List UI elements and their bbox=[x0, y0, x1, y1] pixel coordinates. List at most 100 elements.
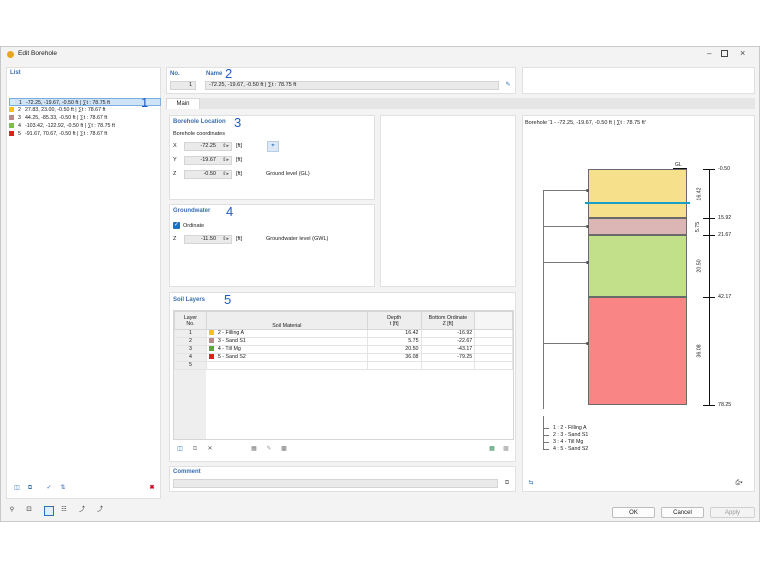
level-label: 15.92 bbox=[718, 215, 732, 222]
insert-row-icon[interactable]: ◫ bbox=[175, 445, 185, 454]
material-cell[interactable]: 3 - Sand S1 bbox=[205, 337, 368, 346]
list-item[interactable]: 3 44.25, -85.33, -0.50 ft | ∑t : 78.67 ft bbox=[9, 114, 161, 122]
uncheck-icon[interactable]: ⇅ bbox=[58, 484, 68, 493]
close-icon[interactable]: × bbox=[740, 48, 745, 58]
export-excel-icon[interactable]: ▦ bbox=[487, 445, 497, 454]
dimension-tick bbox=[703, 405, 715, 406]
list-item-label: 44.25, -85.33, -0.50 ft | ∑t : 78.67 ft bbox=[24, 115, 108, 121]
list-item[interactable]: 2 27.83, 23.00, -0.50 ft | ∑t : 78.67 ft bbox=[9, 106, 161, 114]
copy-item-icon[interactable]: ⧉ bbox=[25, 484, 35, 493]
ordinate-checkbox[interactable]: ✓ bbox=[173, 222, 180, 229]
pick-location-icon[interactable]: ⌖ bbox=[267, 141, 279, 152]
z-unit: [ft] bbox=[236, 171, 243, 177]
list-item-number: 4 bbox=[18, 123, 21, 129]
material-cell[interactable]: 2 - Filling A bbox=[205, 329, 368, 338]
material-cell[interactable]: 5 - Sand S2 bbox=[205, 353, 368, 362]
spin-arrows-icon[interactable]: ⇕▸ bbox=[222, 171, 229, 178]
preview-settings-icon[interactable]: ⇆ bbox=[526, 479, 536, 488]
ok-button[interactable]: OK bbox=[612, 507, 655, 518]
table-row[interactable]: 5 bbox=[174, 361, 513, 370]
material-color-swatch bbox=[208, 345, 214, 351]
new-item-icon[interactable]: ◫ bbox=[12, 484, 22, 493]
import-icon[interactable]: ▩ bbox=[501, 445, 511, 454]
cancel-button[interactable]: Cancel bbox=[661, 507, 704, 518]
name-field[interactable]: -72.25, -19.67, -0.50 ft | ∑t : 78.75 ft bbox=[205, 81, 499, 90]
y-label: Y bbox=[173, 157, 177, 163]
material-cell[interactable]: 4 - Till Mg bbox=[205, 345, 368, 354]
list-item-number: 3 bbox=[18, 115, 21, 121]
material-color-swatch bbox=[208, 329, 214, 335]
table-row[interactable]: 4 5 - Sand S2 36.08 -79.25 bbox=[174, 353, 513, 362]
comment-input[interactable] bbox=[173, 479, 498, 488]
gw-z-label: Z bbox=[173, 236, 177, 242]
table-row[interactable]: 1 2 - Filling A 16.42 -16.92 bbox=[174, 329, 513, 338]
comment-library-icon[interactable]: ⧉ bbox=[502, 479, 512, 488]
edit-name-icon[interactable]: ✎ bbox=[503, 81, 513, 90]
copy-row-icon[interactable]: ⧉ bbox=[190, 445, 200, 454]
library-icon[interactable]: ▦ bbox=[249, 445, 259, 454]
list-item[interactable]: 1 -72.25, -19.67, -0.50 ft | ∑t : 78.75 f… bbox=[9, 98, 161, 106]
comment-panel: Comment ⧉ bbox=[169, 466, 516, 492]
depth-cell[interactable] bbox=[366, 361, 422, 370]
delete-icon[interactable]: ✖ bbox=[147, 484, 157, 493]
list-item-label: -91.67, 70.67, -0.50 ft | ∑t : 78.67 ft bbox=[24, 131, 108, 137]
groundwater-title: Groundwater bbox=[173, 208, 211, 214]
dimension-tick bbox=[703, 218, 715, 220]
soil-layers-title: Soil Layers bbox=[173, 297, 206, 303]
help-icon[interactable]: ⤴ bbox=[95, 506, 105, 515]
material-name: 2 - Filling A bbox=[217, 330, 245, 336]
material-info-icon[interactable]: ▩ bbox=[279, 445, 289, 454]
gw-z-unit: [ft] bbox=[236, 236, 243, 242]
layer-number: 4 bbox=[174, 353, 207, 362]
x-input[interactable]: -72.25 ⇕▸ bbox=[184, 142, 232, 151]
edit-material-icon[interactable]: ✎ bbox=[264, 445, 274, 454]
annotation-1: 1 bbox=[141, 95, 149, 110]
layer-connector bbox=[543, 261, 588, 263]
color-swatch bbox=[9, 122, 14, 128]
search-icon[interactable]: ⚲ bbox=[7, 506, 17, 515]
spin-arrows-icon[interactable]: ⇕▸ bbox=[222, 236, 229, 243]
z-input[interactable]: -0.50 ⇕▸ bbox=[184, 170, 232, 179]
spin-arrows-icon[interactable]: ⇕▸ bbox=[222, 157, 229, 164]
list-panel: List 1 -72.25, -19.67, -0.50 ft | ∑t : 78… bbox=[6, 67, 161, 499]
list-item[interactable]: 4 -103.42, -122.92, -0.50 ft | ∑t : 78.75… bbox=[9, 122, 161, 130]
bottom-ordinate-cell: -43.17 bbox=[420, 345, 476, 354]
soil-table-container: Layer No. Soil Material Depth t [ft] Botto… bbox=[173, 310, 514, 440]
table-row[interactable]: 2 3 - Sand S1 5.75 -22.67 bbox=[174, 337, 513, 346]
display-toggle-icon[interactable] bbox=[44, 506, 54, 516]
delete-row-icon[interactable]: ✕ bbox=[205, 445, 215, 454]
level-label: -0.50 bbox=[718, 166, 731, 172]
ground-level-hatch bbox=[673, 168, 687, 170]
thickness-label: 36.08 bbox=[696, 344, 703, 358]
table-view-icon[interactable]: ☷ bbox=[59, 506, 69, 515]
soil-layer-3 bbox=[588, 235, 687, 297]
check-all-icon[interactable]: ✓ bbox=[44, 484, 54, 493]
title-bar: Edit Borehole – × bbox=[1, 47, 759, 63]
material-cell[interactable] bbox=[205, 361, 368, 370]
minimize-icon[interactable]: – bbox=[707, 49, 711, 58]
apply-button[interactable]: Apply bbox=[710, 507, 755, 518]
depth-cell[interactable]: 36.08 bbox=[366, 353, 422, 362]
depth-cell[interactable]: 5.75 bbox=[366, 337, 422, 346]
list-item[interactable]: 5 -91.67, 70.67, -0.50 ft | ∑t : 78.67 ft bbox=[9, 130, 161, 138]
tab-main[interactable]: Main bbox=[166, 98, 200, 109]
spin-arrows-icon[interactable]: ⇕▸ bbox=[222, 143, 229, 150]
material-name: 3 - Sand S1 bbox=[217, 338, 246, 344]
annotation-2: 2 bbox=[225, 66, 233, 81]
units-icon[interactable]: ⚀ bbox=[24, 506, 34, 515]
maximize-icon[interactable] bbox=[721, 50, 728, 57]
graphics-icon[interactable]: ⤴ bbox=[77, 506, 87, 515]
list-item-number: 2 bbox=[18, 107, 21, 113]
gw-z-input[interactable]: -11.50 ⇕▸ bbox=[184, 235, 232, 244]
layer-connector-dot bbox=[586, 260, 589, 264]
print-icon[interactable]: ⎙▾ bbox=[729, 479, 749, 488]
layer-number: 5 bbox=[174, 361, 207, 370]
col-header-depth: Depth t [ft] bbox=[366, 311, 422, 330]
depth-cell[interactable]: 20.50 bbox=[366, 345, 422, 354]
table-row[interactable]: 3 4 - Till Mg 20.50 -43.17 bbox=[174, 345, 513, 354]
empty-cell bbox=[474, 329, 513, 338]
no-field: 1 bbox=[170, 81, 196, 90]
depth-cell[interactable]: 16.42 bbox=[366, 329, 422, 338]
y-input[interactable]: -19.67 ⇕▸ bbox=[184, 156, 232, 165]
empty-cell bbox=[474, 361, 513, 370]
